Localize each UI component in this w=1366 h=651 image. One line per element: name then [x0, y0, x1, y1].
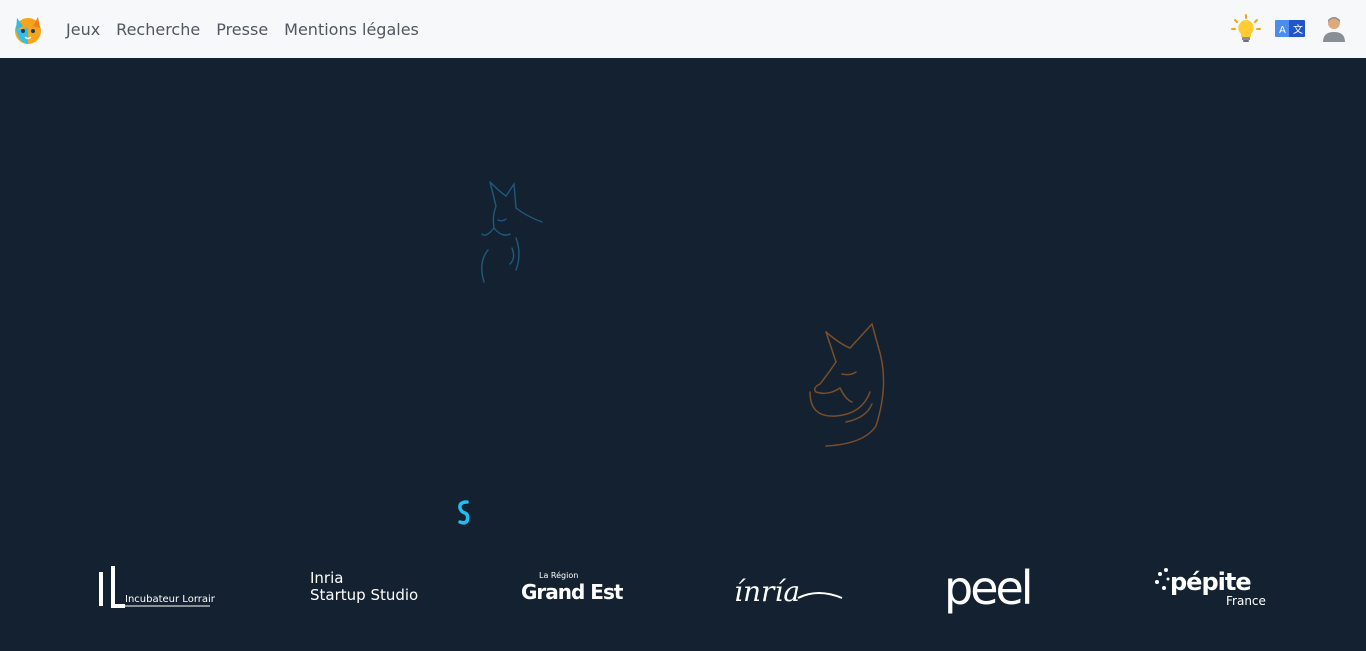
- nav-link-presse[interactable]: Presse: [216, 20, 268, 39]
- nav-link-mentions-legales[interactable]: Mentions légales: [284, 20, 419, 39]
- partner-logo-pepite[interactable]: pépite France: [1152, 548, 1277, 628]
- grand-est-line1: La Région: [539, 570, 578, 580]
- pepite-line2: France: [1226, 594, 1266, 608]
- translate-icon[interactable]: A 文: [1274, 13, 1306, 45]
- peel-text: peel: [944, 561, 1031, 615]
- nav-actions: A 文: [1218, 0, 1350, 58]
- partner-logo-peel[interactable]: peel: [940, 548, 1065, 628]
- spinner-icon: [457, 499, 471, 525]
- inria-startup-line2: Startup Studio: [310, 586, 418, 604]
- partner-logo-inria-startup-studio[interactable]: Inria Startup Studio: [305, 548, 430, 628]
- partner-logo-grand-est[interactable]: La Région Grand Est: [517, 548, 642, 628]
- partner-logo-inria[interactable]: ínría: [730, 548, 850, 628]
- inria-text: ínría: [734, 575, 800, 608]
- pepite-line1: pépite: [1170, 568, 1251, 596]
- fox-logo-icon[interactable]: [13, 14, 42, 45]
- svg-text:A: A: [1279, 25, 1286, 36]
- inria-startup-line1: Inria: [310, 569, 343, 587]
- partner-logo-incubateur-lorrain[interactable]: Incubateur Lorrain: [95, 548, 217, 628]
- nav-link-recherche[interactable]: Recherche: [116, 20, 200, 39]
- user-icon[interactable]: [1318, 13, 1350, 45]
- main-nav: Jeux Recherche Presse Mentions légales: [66, 0, 435, 58]
- svg-text:文: 文: [1293, 23, 1303, 36]
- fox-blue-illustration: [476, 178, 546, 288]
- nav-link-jeux[interactable]: Jeux: [66, 20, 100, 39]
- grand-est-line2: Grand Est: [521, 580, 624, 604]
- partners-logos: Incubateur Lorrain Inria Startup Studio …: [0, 548, 1366, 628]
- incubateur-lorrain-text: Incubateur Lorrain: [125, 594, 215, 605]
- fox-orange-illustration: [806, 322, 894, 448]
- lightbulb-icon[interactable]: [1230, 13, 1262, 45]
- top-navbar: Jeux Recherche Presse Mentions légales A…: [0, 0, 1366, 58]
